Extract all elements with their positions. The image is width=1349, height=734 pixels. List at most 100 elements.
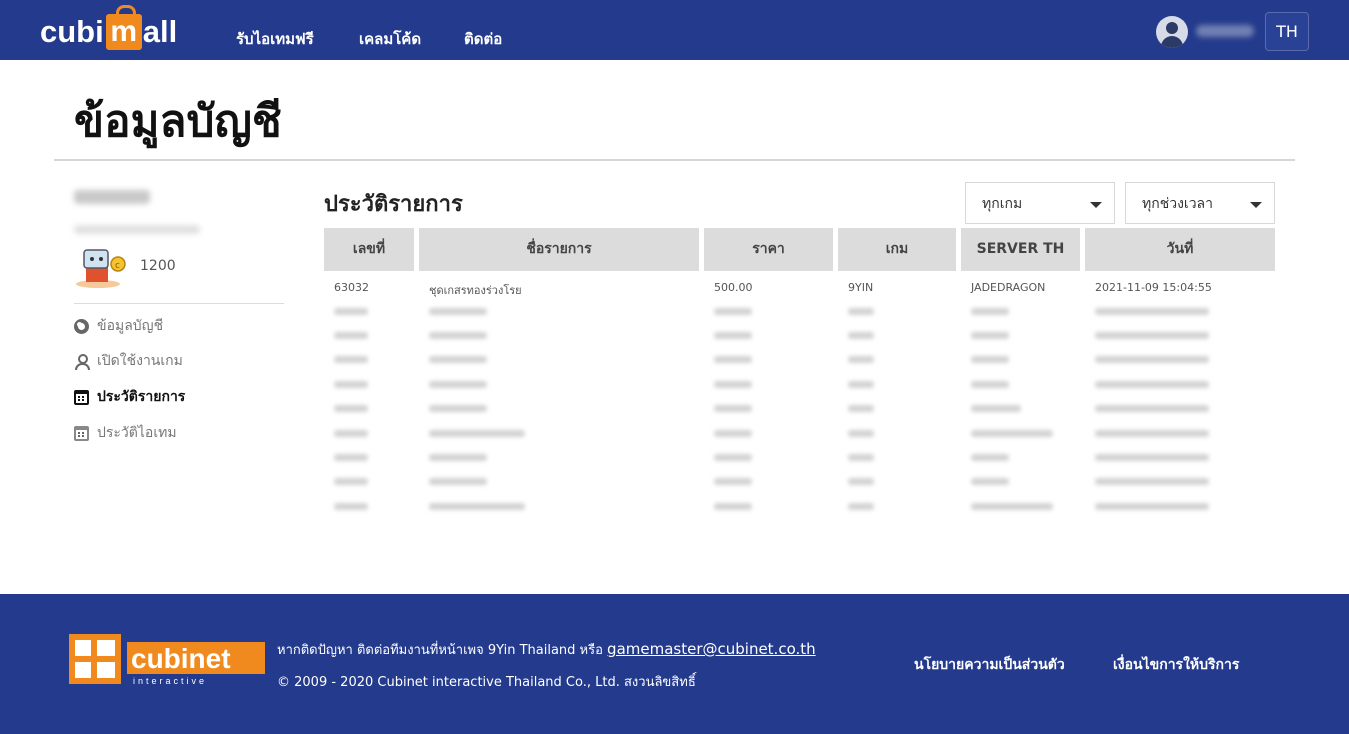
time-filter-select[interactable]: ทุกช่วงเวลา <box>1125 182 1275 224</box>
sidebar-item-label: เปิดใช้งานเกม <box>97 353 183 369</box>
column-header-price: ราคา <box>704 228 833 271</box>
logo-bag-letter: m <box>110 15 138 48</box>
account-email-redacted <box>74 225 200 234</box>
account-name-redacted <box>74 190 150 204</box>
redacted-cell <box>971 503 1053 510</box>
cubimall-logo[interactable]: cubi m all <box>40 5 178 52</box>
sidebar-item-transaction-history[interactable]: ประวัติรายการ <box>74 387 185 407</box>
redacted-cell <box>429 356 487 363</box>
calendar-icon <box>74 425 89 441</box>
cell-game: 9YIN <box>848 281 874 294</box>
sidebar-item-label: ข้อมูลบัญชี <box>97 318 164 334</box>
game-filter-select[interactable]: ทุกเกม <box>965 182 1115 224</box>
redacted-cell <box>334 405 368 412</box>
redacted-cell <box>429 478 487 485</box>
username-redacted[interactable] <box>1196 25 1254 37</box>
redacted-cell <box>971 356 1009 363</box>
calendar-icon <box>74 389 89 405</box>
dropdown-caret-icon <box>1090 202 1102 208</box>
redacted-cell <box>429 503 525 510</box>
user-icon <box>74 353 90 370</box>
redacted-cell <box>1095 332 1209 339</box>
column-header-date: วันที่ <box>1085 228 1275 271</box>
redacted-cell <box>848 503 874 510</box>
redacted-cell <box>1095 430 1209 437</box>
redacted-cell <box>334 454 368 461</box>
column-header-number: เลขที่ <box>324 228 414 271</box>
redacted-cell <box>714 478 752 485</box>
redacted-cell <box>714 503 752 510</box>
redacted-cell <box>334 430 368 437</box>
redacted-cell <box>971 478 1009 485</box>
section-title: ประวัติรายการ <box>324 192 463 217</box>
redacted-cell <box>714 454 752 461</box>
sidebar-divider <box>74 303 284 304</box>
coin-balance: 1200 <box>140 258 176 274</box>
column-header-game: เกม <box>838 228 956 271</box>
redacted-cell <box>334 503 368 510</box>
redacted-cell <box>334 356 368 363</box>
redacted-cell <box>334 332 368 339</box>
title-divider <box>54 159 1295 161</box>
redacted-cell <box>848 478 874 485</box>
cubinet-logo: cubinet interactive <box>69 634 265 686</box>
redacted-cell <box>848 356 874 363</box>
redacted-cell <box>714 430 752 437</box>
redacted-cell <box>971 454 1009 461</box>
logo-text-cubi: cubi <box>40 14 104 49</box>
footer-email-link[interactable]: gamemaster@cubinet.co.th <box>607 640 816 658</box>
nav-claim-code[interactable]: เคลมโค้ด <box>359 27 421 51</box>
svg-text:c: c <box>115 261 120 271</box>
redacted-cell <box>848 332 874 339</box>
time-filter-value: ทุกช่วงเวลา <box>1142 196 1213 212</box>
redacted-cell <box>848 308 874 315</box>
gear-icon <box>74 318 89 334</box>
dropdown-caret-icon <box>1250 202 1262 208</box>
footer-contact-line: หากติดปัญหา ติดต่อทีมงานที่หน้าเพจ 9Yin … <box>277 639 816 660</box>
redacted-cell <box>714 405 752 412</box>
sidebar-item-activate-game[interactable]: เปิดใช้งานเกม <box>74 351 183 371</box>
nav-contact[interactable]: ติดต่อ <box>464 27 502 51</box>
redacted-cell <box>1095 356 1209 363</box>
footer-terms-link[interactable]: เงื่อนไขการให้บริการ <box>1113 654 1239 676</box>
redacted-cell <box>429 454 487 461</box>
sidebar-item-account-info[interactable]: ข้อมูลบัญชี <box>74 316 163 336</box>
redacted-cell <box>971 308 1009 315</box>
redacted-cell <box>848 454 874 461</box>
redacted-cell <box>971 381 1009 388</box>
redacted-cell <box>429 405 487 412</box>
redacted-cell <box>848 405 874 412</box>
user-avatar-icon[interactable] <box>1156 16 1188 48</box>
nav-free-items[interactable]: รับไอเทมฟรี <box>236 27 314 51</box>
logo-tagline: interactive <box>133 676 207 686</box>
redacted-cell <box>714 332 752 339</box>
redacted-cell <box>1095 503 1209 510</box>
footer-copyright: © 2009 - 2020 Cubinet interactive Thaila… <box>277 675 696 690</box>
redacted-cell <box>429 332 487 339</box>
logo-text-all: all <box>142 14 178 49</box>
sidebar-item-label: ประวัติไอเทม <box>97 425 177 441</box>
redacted-cell <box>1095 308 1209 315</box>
language-button[interactable]: TH <box>1265 12 1309 51</box>
footer-privacy-link[interactable]: นโยบายความเป็นส่วนตัว <box>914 654 1065 676</box>
cell-item-name: ชุดเกสรทองร่วงโรย <box>429 284 522 297</box>
redacted-cell <box>429 308 487 315</box>
redacted-cell <box>334 381 368 388</box>
redacted-cell <box>1095 478 1209 485</box>
footer: cubinet interactive หากติดปัญหา ติดต่อที… <box>0 594 1349 734</box>
cell-number: 63032 <box>334 281 369 294</box>
redacted-cell <box>1095 381 1209 388</box>
cell-date: 2021-11-09 15:04:55 <box>1095 281 1212 294</box>
redacted-cell <box>1095 405 1209 412</box>
redacted-cell <box>971 332 1009 339</box>
redacted-cell <box>848 430 874 437</box>
sidebar-item-label: ประวัติรายการ <box>97 389 186 405</box>
cell-price: 500.00 <box>714 281 753 294</box>
redacted-cell <box>429 430 525 437</box>
redacted-cell <box>1095 454 1209 461</box>
cell-server: JADEDRAGON <box>971 281 1046 294</box>
game-filter-value: ทุกเกม <box>982 196 1023 212</box>
sidebar-item-item-history[interactable]: ประวัติไอเทม <box>74 423 177 443</box>
redacted-cell <box>334 478 368 485</box>
redacted-cell <box>334 308 368 315</box>
